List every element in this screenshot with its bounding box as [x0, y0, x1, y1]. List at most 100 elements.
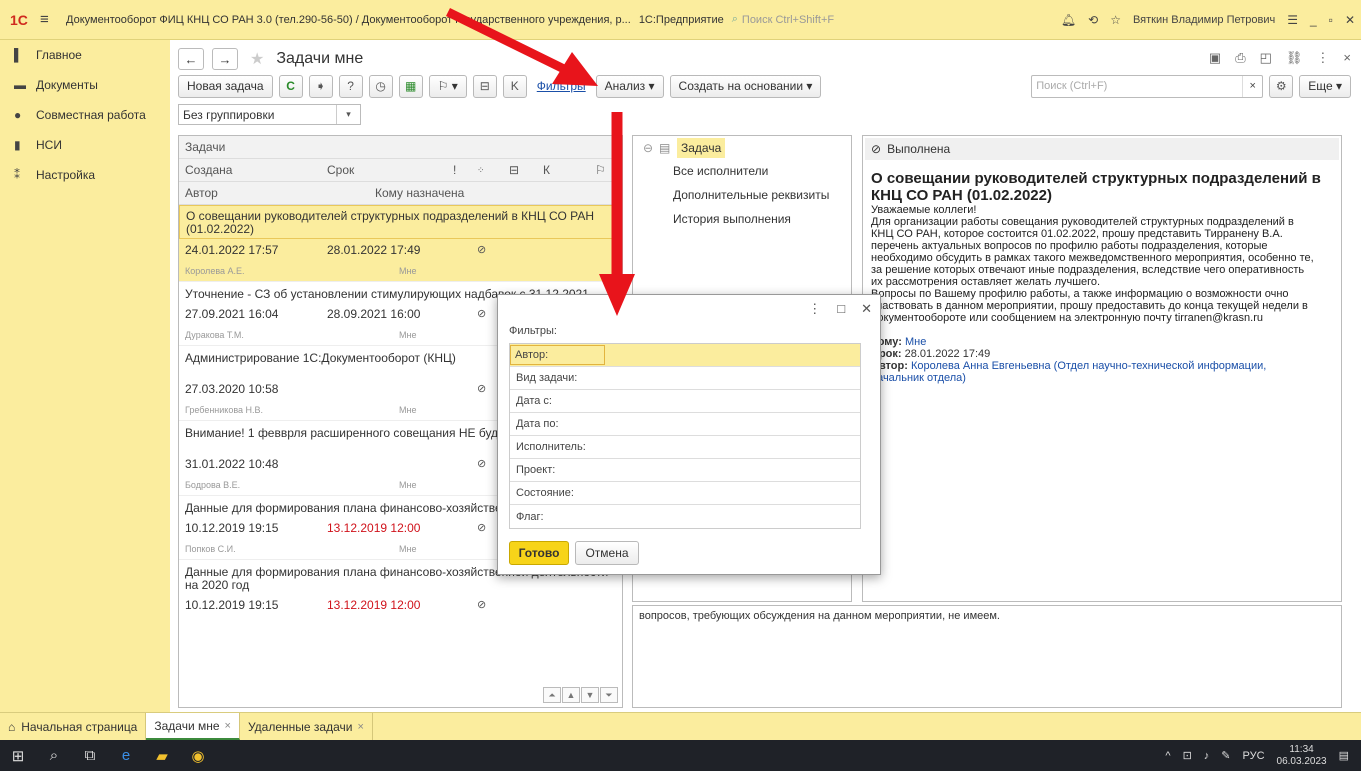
scroll-bottom-button[interactable]: ⏷ [600, 687, 618, 703]
file-explorer-icon[interactable]: ▰ [144, 747, 180, 765]
tab-home[interactable]: ⌂ Начальная страница [0, 713, 147, 740]
link-icon[interactable]: ⛓ [1286, 50, 1303, 66]
hamburger-menu-icon[interactable]: ≡ [40, 11, 58, 28]
windows-start-icon[interactable]: ⊞ [0, 747, 36, 765]
filter-executor[interactable]: Исполнитель: [510, 436, 860, 459]
col-author[interactable]: Автор [185, 186, 218, 200]
scroll-top-button[interactable]: ⏶ [543, 687, 561, 703]
cancel-button[interactable]: Отмена [575, 541, 639, 565]
flag-dropdown-button[interactable]: ⚐ ▾ [428, 74, 467, 98]
user-name[interactable]: Вяткин Владимир Петрович [1133, 14, 1275, 26]
settings-gear-button[interactable]: ⚙ [1269, 74, 1294, 98]
notifications-icon[interactable]: ▤ [1339, 749, 1349, 762]
analysis-dropdown-button[interactable]: Анализ ▾ [595, 74, 664, 98]
volume-icon[interactable]: ♪ [1204, 750, 1210, 762]
forward-task-button[interactable]: ➧ [308, 74, 333, 98]
refresh-button[interactable]: C [278, 74, 303, 98]
more-vertical-icon[interactable]: ⋮ [1316, 50, 1329, 66]
scroll-up-button[interactable]: ▲ [562, 687, 580, 703]
sidebar-item-collaboration[interactable]: ● Совместная работа [0, 100, 170, 130]
more-vertical-icon[interactable]: ⋮ [808, 301, 821, 317]
app-logo-icon[interactable]: 1С [10, 12, 40, 28]
star-icon[interactable]: ☆ [1110, 13, 1121, 27]
tab-tasks-to-me[interactable]: Задачи мне × [146, 713, 240, 740]
chevron-down-icon[interactable]: ▾ [336, 105, 360, 124]
tree-root-task[interactable]: Задача [677, 138, 726, 158]
ok-button[interactable]: Готово [509, 541, 569, 565]
favorite-star-icon[interactable]: ★ [250, 49, 264, 69]
collapse-icon[interactable]: ⊖ [643, 141, 653, 155]
task-created: 31.01.2022 10:48 [185, 457, 279, 471]
filter-date-from[interactable]: Дата с: [510, 390, 860, 413]
status-col-icon[interactable]: ⁘ [477, 165, 485, 176]
settings-menu-icon[interactable]: ☰ [1287, 13, 1298, 27]
save-icon[interactable]: ▣ [1209, 50, 1221, 66]
col-assignee[interactable]: Кому назначена [375, 186, 464, 200]
history-icon[interactable]: ⟲ [1088, 13, 1098, 27]
close-tab-icon[interactable]: × [225, 720, 231, 732]
tree-button[interactable]: ⊟ [472, 74, 497, 98]
subtasks-col-icon[interactable]: ⊟ [509, 163, 519, 177]
comment-field[interactable]: вопросов, требующих обсуждения на данном… [632, 605, 1342, 708]
close-icon[interactable]: ✕ [861, 301, 872, 317]
create-based-dropdown-button[interactable]: Создать на основании ▾ [669, 74, 822, 98]
importance-icon[interactable]: ! [453, 163, 456, 177]
list-search-input[interactable]: Поиск (Ctrl+F) × [1031, 74, 1264, 98]
forward-button[interactable]: → [212, 48, 238, 70]
language-indicator[interactable]: РУС [1243, 750, 1265, 762]
sidebar-item-documents[interactable]: ▬ Документы [0, 70, 170, 100]
tree-item-history[interactable]: История выполнения [673, 212, 791, 226]
maximize-icon[interactable]: □ [837, 301, 845, 317]
clear-search-icon[interactable]: × [1242, 75, 1262, 97]
close-icon[interactable]: ✕ [1345, 13, 1355, 27]
filters-link[interactable]: Фильтры [537, 79, 586, 93]
sidebar-item-settings[interactable]: ⁑ Настройка [0, 160, 170, 190]
scroll-down-button[interactable]: ▼ [581, 687, 599, 703]
tab-deleted-tasks[interactable]: Удаленные задачи × [240, 713, 373, 740]
help-task-button[interactable]: ? [338, 74, 363, 98]
clock-button[interactable]: ◷ [368, 74, 393, 98]
close-form-icon[interactable]: × [1343, 50, 1351, 66]
print-icon[interactable]: ⎙ [1235, 50, 1245, 66]
col-tasks[interactable]: Задачи [179, 140, 225, 154]
preview-icon[interactable]: ◰ [1260, 50, 1272, 66]
pen-icon[interactable]: ✎ [1221, 749, 1230, 762]
filter-date-to[interactable]: Дата по: [510, 413, 860, 436]
filter-flag[interactable]: Флаг: [510, 505, 860, 528]
filters-dialog: ⋮ □ ✕ Фильтры: Автор: Вид задачи: Дата с… [497, 294, 881, 575]
col-k[interactable]: К [543, 163, 550, 177]
search-icon[interactable]: ⌕ [36, 747, 72, 764]
flag-col-icon[interactable]: ⚐ [595, 163, 606, 177]
col-created[interactable]: Создана [185, 163, 232, 177]
bell-icon[interactable]: 🔔︎ [1061, 13, 1076, 27]
minimize-icon[interactable]: _ [1310, 13, 1317, 27]
network-icon[interactable]: ⊡ [1183, 749, 1192, 762]
k-button[interactable]: K [502, 74, 527, 98]
close-tab-icon[interactable]: × [357, 721, 363, 733]
back-button[interactable]: ← [178, 48, 204, 70]
filter-task-type[interactable]: Вид задачи: [510, 367, 860, 390]
filter-project[interactable]: Проект: [510, 459, 860, 482]
maximize-icon[interactable]: ▫ [1329, 13, 1333, 27]
tray-chevron-icon[interactable]: ^ [1165, 750, 1170, 762]
sidebar-item-main[interactable]: ▌ Главное [0, 40, 170, 70]
col-due[interactable]: Срок [327, 163, 354, 177]
task-view-icon[interactable]: ⧉ [72, 747, 108, 764]
clock[interactable]: 11:34 06.03.2023 [1277, 744, 1327, 768]
onec-app-icon[interactable]: ◉ [180, 747, 216, 765]
to-value[interactable]: Мне [905, 336, 926, 348]
author-value[interactable]: Королева Анна Евгеньевна (Отдел научно-т… [911, 360, 1266, 372]
more-button[interactable]: Еще ▾ [1299, 74, 1351, 98]
table-row[interactable]: О совещании руководителей структурных по… [179, 205, 622, 282]
grouping-select[interactable]: Без группировки ▾ [178, 104, 361, 125]
new-task-button[interactable]: Новая задача [178, 74, 273, 98]
sidebar-item-nsi[interactable]: ▮ НСИ [0, 130, 170, 160]
edge-browser-icon[interactable]: e [108, 747, 144, 764]
tree-item-extra-props[interactable]: Дополнительные реквизиты [673, 188, 829, 202]
export-button[interactable]: ▦ [398, 74, 423, 98]
tree-item-all-executors[interactable]: Все исполнители [673, 164, 768, 178]
filter-author[interactable]: Автор: [510, 344, 860, 367]
filter-state[interactable]: Состояние: [510, 482, 860, 505]
author-value-cont[interactable]: начальник отдела) [863, 372, 1341, 384]
global-search[interactable]: ⌕ Поиск Ctrl+Shift+F [732, 13, 834, 26]
